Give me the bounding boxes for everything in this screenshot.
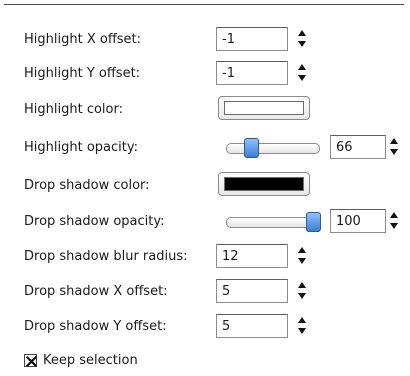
- drop-shadow-color-swatch: [224, 177, 304, 191]
- row-highlight-y-offset: Highlight Y offset:: [4, 61, 404, 87]
- row-drop-shadow-x-offset: Drop shadow X offset:: [4, 279, 404, 305]
- drop-shadow-x-offset-entry[interactable]: [216, 279, 288, 303]
- row-highlight-opacity: Highlight opacity:: [4, 135, 404, 161]
- spin-up-arrow-icon[interactable]: [298, 317, 306, 323]
- highlight-color-button[interactable]: [218, 96, 310, 120]
- highlight-x-offset-entry[interactable]: [216, 27, 288, 51]
- row-highlight-color: Highlight color:: [4, 96, 404, 123]
- highlight-x-offset-input[interactable]: [217, 29, 282, 49]
- check-mark-icon: [25, 355, 38, 368]
- drop-shadow-blur-radius-entry[interactable]: [216, 244, 288, 268]
- slider-trough[interactable]: [226, 143, 320, 154]
- highlight-y-offset-spin-icon[interactable]: [298, 62, 308, 84]
- drop-shadow-blur-radius-spin-icon[interactable]: [298, 245, 308, 267]
- row-drop-shadow-y-offset: Drop shadow Y offset:: [4, 314, 404, 340]
- spin-up-arrow-icon[interactable]: [390, 212, 398, 218]
- spin-up-arrow-icon[interactable]: [298, 30, 306, 36]
- spin-down-arrow-icon[interactable]: [390, 223, 398, 229]
- drop-shadow-opacity-label: Drop shadow opacity:: [24, 214, 165, 229]
- spin-up-arrow-icon[interactable]: [390, 138, 398, 144]
- spin-up-arrow-icon[interactable]: [298, 247, 306, 253]
- drop-shadow-opacity-slider[interactable]: [226, 211, 321, 233]
- highlight-y-offset-label: Highlight Y offset:: [24, 66, 141, 81]
- spin-down-arrow-icon[interactable]: [298, 75, 306, 81]
- row-drop-shadow-blur-radius: Drop shadow blur radius:: [4, 244, 404, 270]
- slider-thumb[interactable]: [243, 138, 259, 158]
- highlight-color-swatch: [224, 101, 304, 115]
- spin-up-arrow-icon[interactable]: [298, 282, 306, 288]
- drop-shadow-x-offset-input[interactable]: [217, 281, 282, 301]
- drop-shadow-blur-radius-label: Drop shadow blur radius:: [24, 249, 188, 264]
- spin-down-arrow-icon[interactable]: [298, 293, 306, 299]
- row-drop-shadow-opacity: Drop shadow opacity:: [4, 209, 404, 235]
- drop-shadow-color-button[interactable]: [218, 172, 310, 196]
- drop-shadow-opacity-spin-icon[interactable]: [390, 210, 400, 232]
- drop-shadow-x-offset-label: Drop shadow X offset:: [24, 284, 168, 299]
- highlight-opacity-slider[interactable]: [226, 137, 320, 159]
- drop-shadow-y-offset-label: Drop shadow Y offset:: [24, 319, 167, 334]
- dialog-panel: Highlight X offset: Highlight Y offset: …: [4, 4, 404, 373]
- drop-shadow-y-offset-spin-icon[interactable]: [298, 315, 308, 337]
- highlight-opacity-label: Highlight opacity:: [24, 140, 138, 155]
- spin-up-arrow-icon[interactable]: [298, 64, 306, 70]
- highlight-y-offset-input[interactable]: [217, 63, 282, 83]
- keep-selection-checkbox[interactable]: [24, 354, 38, 368]
- row-drop-shadow-color: Drop shadow color:: [4, 172, 404, 199]
- highlight-x-offset-spin-icon[interactable]: [298, 28, 308, 50]
- drop-shadow-y-offset-entry[interactable]: [216, 314, 288, 338]
- spin-down-arrow-icon[interactable]: [298, 328, 306, 334]
- drop-shadow-x-offset-spin-icon[interactable]: [298, 280, 308, 302]
- row-highlight-x-offset: Highlight X offset:: [4, 27, 404, 53]
- drop-shadow-blur-radius-input[interactable]: [217, 246, 282, 266]
- highlight-color-label: Highlight color:: [24, 102, 123, 117]
- keep-selection-label: Keep selection: [43, 353, 138, 368]
- highlight-x-offset-label: Highlight X offset:: [24, 32, 142, 47]
- drop-shadow-color-label: Drop shadow color:: [24, 178, 150, 193]
- drop-shadow-opacity-input[interactable]: [331, 211, 380, 231]
- spin-down-arrow-icon[interactable]: [298, 258, 306, 264]
- spin-down-arrow-icon[interactable]: [298, 41, 306, 47]
- drop-shadow-opacity-entry[interactable]: [330, 209, 386, 233]
- drop-shadow-y-offset-input[interactable]: [217, 316, 282, 336]
- spin-down-arrow-icon[interactable]: [390, 149, 398, 155]
- highlight-opacity-entry[interactable]: [330, 135, 386, 159]
- highlight-opacity-input[interactable]: [331, 137, 380, 157]
- highlight-y-offset-entry[interactable]: [216, 61, 288, 85]
- highlight-opacity-spin-icon[interactable]: [390, 136, 400, 158]
- slider-thumb[interactable]: [306, 212, 321, 232]
